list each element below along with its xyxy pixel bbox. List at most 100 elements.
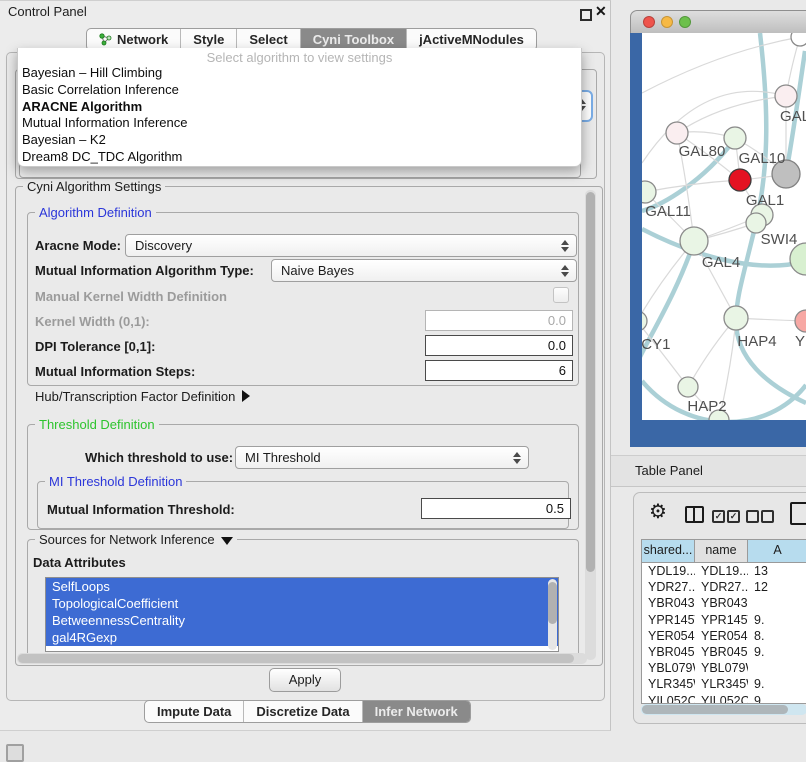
- tab-discretize-data[interactable]: Discretize Data: [243, 701, 361, 722]
- tab-jactivemnodules[interactable]: jActiveMNodules: [406, 29, 536, 50]
- tab-impute-data[interactable]: Impute Data: [145, 701, 243, 722]
- node-hap4[interactable]: [724, 306, 748, 330]
- settings-hscrollbar-thumb[interactable]: [18, 654, 574, 663]
- node-salmon[interactable]: [795, 310, 806, 332]
- tab-select[interactable]: Select: [236, 29, 299, 50]
- unchecked-checkbox-icon[interactable]: [761, 510, 774, 523]
- dropdown-item[interactable]: Basic Correlation Inference: [18, 82, 581, 99]
- float-panel-icon[interactable]: [580, 9, 592, 21]
- node-label: GAL80: [679, 143, 726, 160]
- node-gcy1[interactable]: [642, 311, 647, 331]
- dropdown-item[interactable]: Mutual Information Inference: [18, 115, 581, 132]
- checked-checkbox-icon[interactable]: ✓: [712, 510, 725, 523]
- node-table: shared... name A YDL19...YDL19...13 YDR2…: [641, 539, 806, 704]
- table-row[interactable]: YIL052CYIL052C9.: [642, 693, 806, 705]
- mi-steps-label: Mutual Information Steps:: [35, 364, 195, 379]
- algorithm-dropdown-popup: Select algorithm to view settings Bayesi…: [17, 48, 582, 167]
- dropdown-prompt: Select algorithm to view settings: [18, 50, 581, 65]
- dpi-tolerance-field[interactable]: 0.0: [425, 335, 573, 356]
- node-label: GAL11: [645, 203, 691, 220]
- node-swi4[interactable]: [746, 213, 766, 233]
- kernel-width-field[interactable]: 0.0: [425, 310, 573, 331]
- list-item[interactable]: SelfLoops: [46, 578, 558, 595]
- tab-network-label: Network: [117, 29, 168, 50]
- list-vscrollbar[interactable]: [548, 579, 557, 650]
- collapse-arrow-icon: [221, 537, 233, 545]
- table-row[interactable]: YER054CYER054C8.: [642, 628, 806, 644]
- mi-type-label: Mutual Information Algorithm Type:: [35, 263, 254, 278]
- settings-vscrollbar[interactable]: [585, 190, 596, 660]
- dpi-tolerance-label: DPI Tolerance [0,1]:: [35, 339, 155, 354]
- node-gal[interactable]: [775, 85, 797, 107]
- control-panel-window: Control Panel ✕ Network Style Select Cyn…: [0, 0, 611, 731]
- gear-icon[interactable]: ⚙: [649, 502, 667, 522]
- sources-group-title[interactable]: Sources for Network Inference: [35, 532, 237, 547]
- table-row[interactable]: YDR27...YDR27...12: [642, 579, 806, 595]
- table-row[interactable]: YBR043CYBR043C: [642, 595, 806, 611]
- mi-steps-field[interactable]: 6: [425, 360, 573, 381]
- table-row[interactable]: YPR145WYPR145W9.: [642, 612, 806, 628]
- node-gal1-red[interactable]: [729, 169, 751, 191]
- zoom-window-icon[interactable]: [679, 16, 691, 28]
- aracne-mode-select[interactable]: Discovery: [125, 234, 577, 257]
- list-item[interactable]: TopologicalCoefficient: [46, 595, 558, 612]
- apply-button[interactable]: Apply: [269, 668, 341, 692]
- mi-threshold-field[interactable]: 0.5: [421, 498, 571, 519]
- which-threshold-select[interactable]: MI Threshold: [235, 446, 529, 469]
- node-top-cut[interactable]: [791, 33, 806, 46]
- minimize-window-icon[interactable]: [661, 16, 673, 28]
- table-row[interactable]: YBR045CYBR045C9.: [642, 644, 806, 660]
- node-gal10[interactable]: [724, 127, 746, 149]
- network-canvas[interactable]: GAL GAL80 GAL10 GAL1 GAL11 SWI4 GAL4 GCY…: [642, 33, 806, 420]
- tab-style[interactable]: Style: [180, 29, 236, 50]
- table-row[interactable]: YBL079WYBL079W: [642, 660, 806, 676]
- column-header-shared-name[interactable]: shared...: [642, 540, 695, 562]
- network-window-titlebar[interactable]: [630, 10, 806, 35]
- document-icon[interactable]: [790, 502, 806, 525]
- tab-cyni-toolbox[interactable]: Cyni Toolbox: [300, 29, 406, 50]
- node-label: SWI4: [761, 231, 798, 248]
- table-panel-header: Table Panel: [611, 455, 806, 487]
- data-attributes-list: SelfLoops TopologicalCoefficient Between…: [45, 577, 559, 652]
- node-label: GAL1: [746, 192, 784, 209]
- columns-icon[interactable]: [685, 506, 704, 523]
- list-vscrollbar-thumb[interactable]: [548, 582, 557, 624]
- panel-title: Control Panel: [8, 4, 87, 19]
- close-window-icon[interactable]: [643, 16, 655, 28]
- node-gal4[interactable]: [680, 227, 708, 255]
- network-graph[interactable]: GAL GAL80 GAL10 GAL1 GAL11 SWI4 GAL4 GCY…: [642, 33, 806, 420]
- column-header-cut[interactable]: A: [748, 540, 806, 562]
- node-label: HAP2: [687, 398, 726, 415]
- table-hscrollbar[interactable]: [641, 704, 806, 715]
- settings-vscrollbar-thumb[interactable]: [586, 192, 595, 572]
- node-hap2[interactable]: [678, 377, 698, 397]
- table-row[interactable]: YLR345WYLR345W9.: [642, 676, 806, 692]
- table-hscrollbar-thumb[interactable]: [642, 705, 788, 714]
- mi-threshold-label: Mutual Information Threshold:: [47, 502, 235, 517]
- column-header-name[interactable]: name: [695, 540, 748, 562]
- expander-arrow-icon: [242, 390, 250, 402]
- node-gal80[interactable]: [666, 122, 688, 144]
- unchecked-checkbox-icon[interactable]: [746, 510, 759, 523]
- list-item[interactable]: gal4RGexp: [46, 629, 558, 646]
- dropdown-item[interactable]: Dream8 DC_TDC Algorithm: [18, 149, 581, 166]
- tab-network[interactable]: Network: [87, 29, 180, 50]
- manual-kernel-checkbox[interactable]: [553, 287, 569, 303]
- threshold-definition-title: Threshold Definition: [35, 417, 159, 432]
- hub-definition-expander[interactable]: Hub/Transcription Factor Definition: [35, 389, 250, 404]
- close-panel-icon[interactable]: ✕: [595, 3, 607, 20]
- node-gal11[interactable]: [642, 181, 656, 203]
- node-label: GCY1: [642, 336, 670, 353]
- tab-infer-network[interactable]: Infer Network: [362, 701, 470, 722]
- list-item[interactable]: BetweennessCentrality: [46, 612, 558, 629]
- dropdown-item[interactable]: Bayesian – Hill Climbing: [18, 65, 581, 82]
- algorithm-definition-title: Algorithm Definition: [35, 205, 156, 220]
- dropdown-item[interactable]: Bayesian – K2: [18, 132, 581, 149]
- checked-checkbox-icon[interactable]: ✓: [727, 510, 740, 523]
- minimized-panel-icon[interactable]: [6, 744, 24, 762]
- mi-type-select[interactable]: Naive Bayes: [271, 259, 577, 282]
- network-window-frame: GAL GAL80 GAL10 GAL1 GAL11 SWI4 GAL4 GCY…: [630, 33, 806, 447]
- table-row[interactable]: YDL19...YDL19...13: [642, 563, 806, 579]
- settings-hscrollbar[interactable]: [17, 653, 587, 664]
- dropdown-item-selected[interactable]: ARACNE Algorithm: [18, 99, 581, 116]
